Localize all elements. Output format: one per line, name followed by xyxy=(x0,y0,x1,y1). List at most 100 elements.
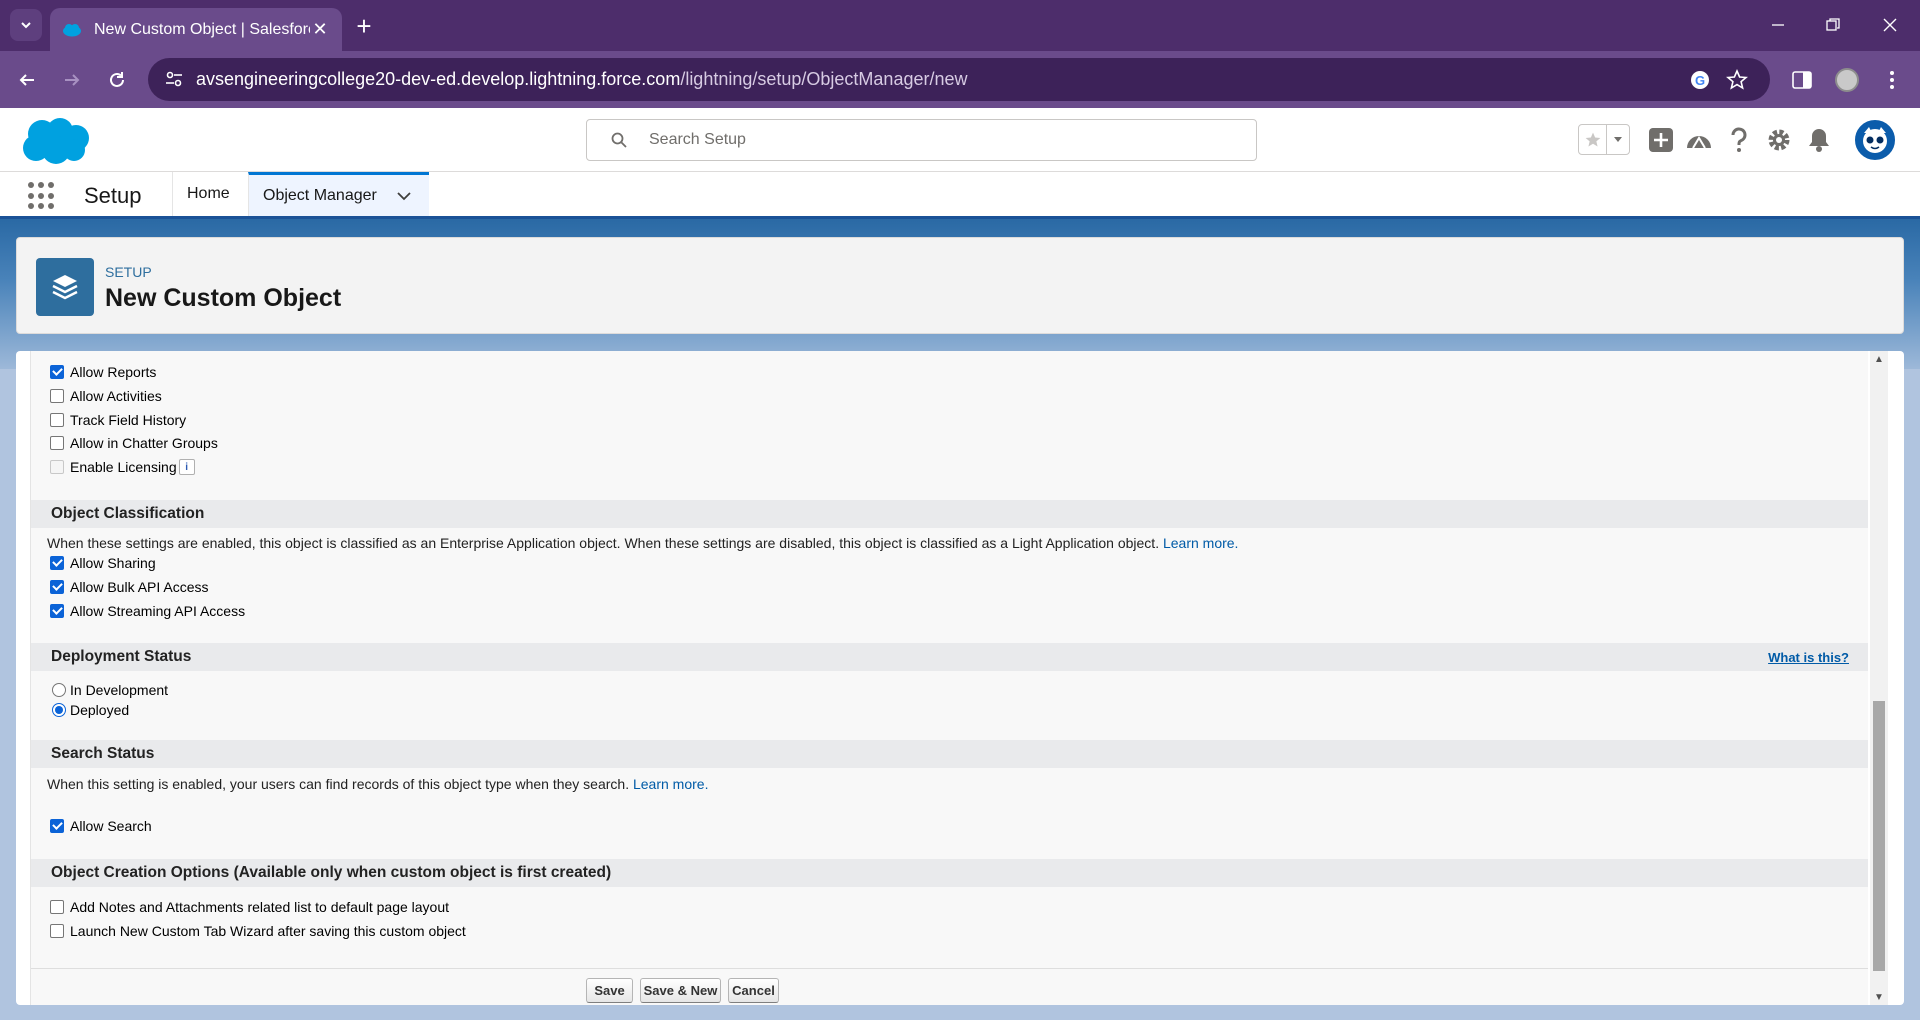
astro-avatar-icon xyxy=(1863,127,1887,153)
checkbox[interactable] xyxy=(50,413,64,427)
favorites-group xyxy=(1578,124,1630,155)
option-label: Allow Streaming API Access xyxy=(70,603,246,619)
app-launcher-icon[interactable] xyxy=(28,182,56,210)
option-launch-tab-wizard[interactable]: Launch New Custom Tab Wizard after savin… xyxy=(50,923,466,939)
checkbox[interactable] xyxy=(50,365,64,379)
option-enable-licensing: Enable Licensing i xyxy=(50,459,195,475)
option-label: In Development xyxy=(70,682,169,698)
button-row: Save Save & New Cancel xyxy=(31,968,1868,1005)
side-panel-button[interactable] xyxy=(1786,64,1818,96)
browser-tab-active[interactable]: New Custom Object | Salesforce ✕ xyxy=(50,8,342,51)
checkbox[interactable] xyxy=(50,389,64,403)
option-in-development[interactable]: In Development xyxy=(52,682,168,698)
site-settings-icon[interactable] xyxy=(164,69,184,89)
option-allow-streaming-api-access[interactable]: Allow Streaming API Access xyxy=(50,603,245,619)
setup-gear-button[interactable] xyxy=(1763,124,1795,156)
save-and-new-button[interactable]: Save & New xyxy=(640,978,721,1003)
new-tab-button[interactable]: + xyxy=(350,11,378,41)
option-label: Deployed xyxy=(70,702,130,718)
nav-item-home[interactable]: Home xyxy=(172,172,244,216)
trailhead-guidance-button[interactable] xyxy=(1683,124,1715,156)
favorites-list-button[interactable] xyxy=(1607,125,1629,154)
option-deployed[interactable]: Deployed xyxy=(52,702,129,718)
side-panel-icon xyxy=(1792,71,1812,89)
salesforce-logo-icon[interactable] xyxy=(20,116,92,166)
section-object-classification: Object Classification xyxy=(31,500,1868,528)
caret-down-icon xyxy=(1614,136,1622,142)
option-allow-sharing[interactable]: Allow Sharing xyxy=(50,555,156,571)
section-object-creation-options: Object Creation Options (Available only … xyxy=(31,859,1868,887)
option-label: Allow Bulk API Access xyxy=(70,579,209,595)
checkbox-disabled xyxy=(50,460,64,474)
scroll-down-icon[interactable]: ▼ xyxy=(1870,989,1888,1005)
checkbox[interactable] xyxy=(50,604,64,618)
learn-more-link[interactable]: Learn more. xyxy=(633,776,708,792)
profile-button[interactable] xyxy=(1831,64,1863,96)
option-allow-bulk-api-access[interactable]: Allow Bulk API Access xyxy=(50,579,209,595)
close-tab-icon[interactable]: ✕ xyxy=(310,19,330,40)
help-button[interactable] xyxy=(1723,124,1755,156)
option-allow-search[interactable]: Allow Search xyxy=(50,818,152,834)
section-title: Object Classification xyxy=(51,505,205,522)
description-text: When these settings are enabled, this ob… xyxy=(47,535,1160,551)
global-search-box[interactable]: Search Setup xyxy=(586,119,1257,161)
close-window-button[interactable] xyxy=(1873,10,1907,40)
browser-menu-button[interactable] xyxy=(1876,64,1908,96)
scroll-up-icon[interactable]: ▲ xyxy=(1870,351,1888,367)
checkbox[interactable] xyxy=(50,556,64,570)
restore-icon xyxy=(1826,18,1840,31)
what-is-this-link[interactable]: What is this? xyxy=(1768,650,1849,665)
option-label: Enable Licensing xyxy=(70,459,177,475)
favorite-star-button[interactable] xyxy=(1579,125,1607,154)
option-allow-in-chatter-groups[interactable]: Allow in Chatter Groups xyxy=(50,435,218,451)
global-actions-button[interactable] xyxy=(1645,124,1677,156)
reload-button[interactable] xyxy=(101,64,133,96)
back-button[interactable] xyxy=(11,64,43,96)
checkbox[interactable] xyxy=(50,580,64,594)
minimize-icon xyxy=(1772,24,1784,26)
checkbox[interactable] xyxy=(50,436,64,450)
section-title: Object Creation Options (Available only … xyxy=(51,864,612,881)
page-title: New Custom Object xyxy=(105,284,342,312)
info-icon[interactable]: i xyxy=(178,459,195,475)
radio-button[interactable] xyxy=(52,703,66,717)
bookmark-star-icon[interactable] xyxy=(1725,68,1749,92)
option-allow-reports[interactable]: Allow Reports xyxy=(50,364,156,380)
restore-button[interactable] xyxy=(1816,10,1850,40)
forward-button[interactable] xyxy=(56,64,88,96)
nav-item-object-manager[interactable]: Object Manager xyxy=(248,172,429,216)
browser-toolbar: avsengineeringcollege20-dev-ed.develop.l… xyxy=(0,51,1920,108)
option-label: Track Field History xyxy=(70,412,187,428)
tab-search-button[interactable] xyxy=(10,9,42,41)
checkbox[interactable] xyxy=(50,819,64,833)
checkbox[interactable] xyxy=(50,924,64,938)
option-track-field-history[interactable]: Track Field History xyxy=(50,412,186,428)
option-label: Allow Activities xyxy=(70,388,162,404)
help-icon xyxy=(1731,127,1747,152)
form-scrollbar[interactable]: ▲ ▼ xyxy=(1870,351,1888,1005)
scrollbar-thumb[interactable] xyxy=(1873,701,1885,971)
description-text: When this setting is enabled, your users… xyxy=(47,776,630,792)
custom-object-form: Allow Reports Allow Activities Track Fie… xyxy=(30,351,1868,1005)
radio-button[interactable] xyxy=(52,683,66,697)
option-label: Launch New Custom Tab Wizard after savin… xyxy=(70,923,466,939)
search-placeholder: Search Setup xyxy=(649,131,746,148)
salesforce-global-header: Search Setup xyxy=(0,108,1920,172)
user-avatar[interactable] xyxy=(1853,118,1897,162)
learn-more-link[interactable]: Learn more. xyxy=(1163,535,1238,551)
section-deployment-status: Deployment Status What is this? xyxy=(31,643,1868,671)
page-header: SETUP New Custom Object xyxy=(16,237,1904,334)
option-add-notes-attachments[interactable]: Add Notes and Attachments related list t… xyxy=(50,899,449,915)
checkbox[interactable] xyxy=(50,900,64,914)
cancel-button[interactable]: Cancel xyxy=(728,978,779,1003)
notifications-button[interactable] xyxy=(1803,124,1835,156)
save-button[interactable]: Save xyxy=(586,978,633,1003)
chevron-down-icon[interactable] xyxy=(397,191,411,201)
google-lens-icon[interactable]: G xyxy=(1688,68,1712,92)
browser-tabstrip: New Custom Object | Salesforce ✕ + xyxy=(0,0,1920,51)
url-host: avsengineeringcollege20-dev-ed.develop.l… xyxy=(196,69,681,89)
nav-item-label: Home xyxy=(187,185,230,202)
address-bar[interactable]: avsengineeringcollege20-dev-ed.develop.l… xyxy=(148,58,1770,101)
minimize-button[interactable] xyxy=(1761,10,1795,40)
option-allow-activities[interactable]: Allow Activities xyxy=(50,388,162,404)
